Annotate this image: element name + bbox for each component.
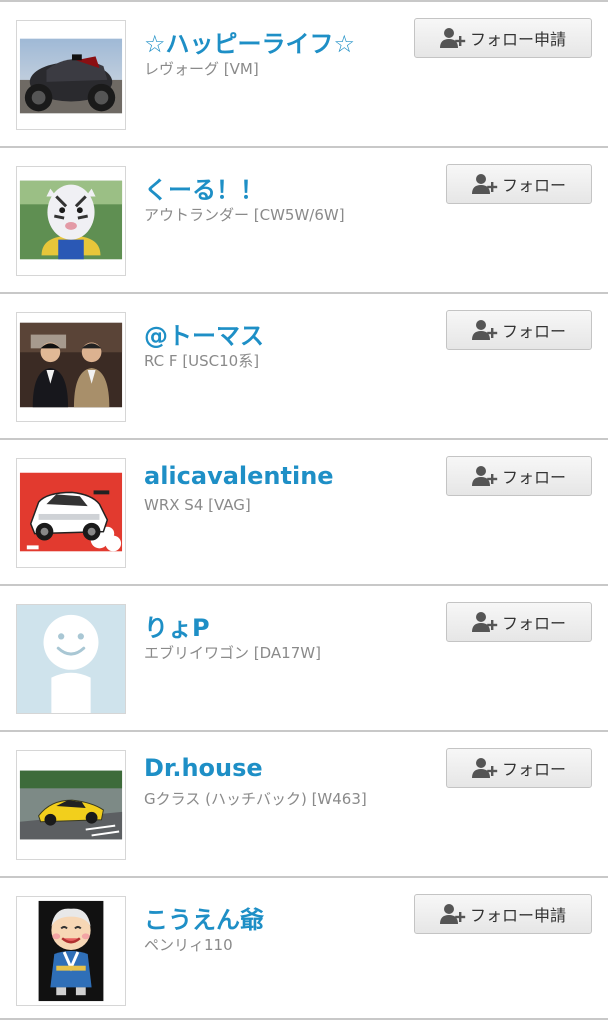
two-men-photo [17, 313, 125, 421]
follow-button-label: フォロー申請 [469, 30, 566, 49]
follow-request-button[interactable]: フォロー申請 [414, 894, 592, 934]
user-car: レヴォーグ [VM] [144, 60, 259, 78]
follow-button-label: フォロー [501, 322, 566, 341]
add-user-icon [439, 904, 466, 924]
follow-button[interactable]: フォロー [446, 164, 592, 204]
add-user-icon [471, 758, 498, 778]
user-car: Gクラス (ハッチバック) [W463] [144, 790, 367, 808]
follow-button-label: フォロー申請 [469, 906, 566, 925]
user-name[interactable]: alicavalentine [144, 462, 334, 490]
list-item[interactable]: @トーマス RC F [USC10系] フォロー [0, 294, 608, 440]
avatar[interactable] [16, 896, 126, 1006]
user-name[interactable]: ☆ハッピーライフ☆ [144, 24, 355, 59]
user-name[interactable]: りょP [144, 608, 210, 643]
add-user-icon [471, 320, 498, 340]
avatar[interactable] [16, 750, 126, 860]
follow-button-label: フォロー [501, 614, 566, 633]
avatar[interactable] [16, 166, 126, 276]
add-user-icon [471, 174, 498, 194]
avatar[interactable] [16, 312, 126, 422]
user-car: アウトランダー [CW5W/6W] [144, 206, 345, 224]
avatar[interactable] [16, 20, 126, 130]
user-car: WRX S4 [VAG] [144, 496, 251, 514]
user-name[interactable]: くーる！！ [144, 170, 264, 205]
follow-button[interactable]: フォロー [446, 310, 592, 350]
avatar[interactable] [16, 604, 126, 714]
list-item[interactable]: alicavalentine WRX S4 [VAG] フォロー [0, 440, 608, 586]
yellow-car-photo [17, 751, 125, 859]
list-item[interactable]: こうえん爺 ペンリィ110 フォロー申請 [0, 878, 608, 1020]
list-item[interactable]: Dr.house Gクラス (ハッチバック) [W463] フォロー [0, 732, 608, 878]
user-list: ☆ハッピーライフ☆ レヴォーグ [VM] フォロー申請 くーる！！ アウトランダ… [0, 0, 608, 1024]
list-item[interactable]: ☆ハッピーライフ☆ レヴォーグ [VM] フォロー申請 [0, 2, 608, 148]
user-car: RC F [USC10系] [144, 352, 260, 370]
add-user-icon [471, 612, 498, 632]
add-user-icon [471, 466, 498, 486]
follow-request-button[interactable]: フォロー申請 [414, 18, 592, 58]
user-name[interactable]: Dr.house [144, 754, 263, 782]
default-avatar-icon [17, 605, 125, 713]
user-car: ペンリィ110 [144, 936, 233, 954]
follow-button[interactable]: フォロー [446, 602, 592, 642]
list-item[interactable]: くーる！！ アウトランダー [CW5W/6W] フォロー [0, 148, 608, 294]
user-name[interactable]: @トーマス [144, 316, 264, 351]
list-item[interactable]: りょP エブリイワゴン [DA17W] フォロー [0, 586, 608, 732]
old-man-illustration [17, 897, 125, 1005]
user-car: エブリイワゴン [DA17W] [144, 644, 321, 662]
motorcycle-photo [17, 21, 125, 129]
follow-button[interactable]: フォロー [446, 456, 592, 496]
car-illustration [17, 459, 125, 567]
user-name[interactable]: こうえん爺 [144, 900, 264, 935]
follow-button-label: フォロー [501, 468, 566, 487]
follow-button-label: フォロー [501, 176, 566, 195]
avatar[interactable] [16, 458, 126, 568]
tiger-mask-photo [17, 167, 125, 275]
add-user-icon [439, 28, 466, 48]
follow-button[interactable]: フォロー [446, 748, 592, 788]
follow-button-label: フォロー [501, 760, 566, 779]
